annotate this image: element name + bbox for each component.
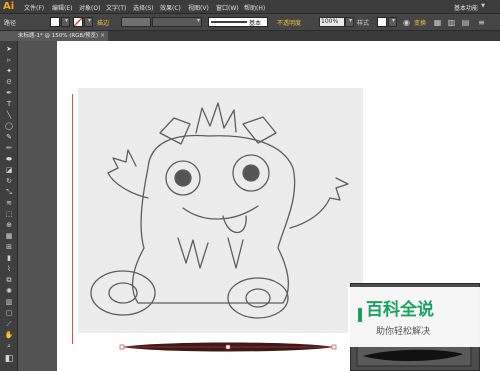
- transform-label[interactable]: 变换: [414, 18, 426, 27]
- mesh-tool-icon[interactable]: ⊞: [3, 242, 15, 252]
- style-dropdown[interactable]: [388, 17, 397, 27]
- paintbrush-tool-icon[interactable]: ✎: [3, 132, 15, 142]
- stroke-dropdown[interactable]: [84, 17, 93, 27]
- style-label: 样式: [357, 20, 370, 27]
- ellipse-tool-icon[interactable]: ◯: [3, 121, 15, 131]
- close-icon[interactable]: ×: [100, 31, 105, 41]
- brush-stroke-path[interactable]: [118, 339, 338, 355]
- menu-type[interactable]: 文字(T): [106, 3, 126, 12]
- document-tab-strip: 未标题-1* @ 150% (RGB/预览) ×: [0, 31, 500, 41]
- app-logo: Ai: [3, 1, 15, 12]
- blend-tool-icon[interactable]: ⧉: [3, 275, 15, 285]
- artboard-tool-icon[interactable]: ▢: [3, 308, 15, 318]
- stroke-none-icon: [73, 17, 83, 27]
- stroke-weight-field[interactable]: [121, 17, 151, 27]
- symbol-sprayer-tool-icon[interactable]: ✺: [3, 286, 15, 296]
- distribute-icon[interactable]: ▤: [460, 17, 471, 28]
- magic-wand-tool-icon[interactable]: ✦: [3, 66, 15, 76]
- control-bar: 路径 描边 基本 不透明度 100% 样式 ◉ 变换 ▦ ▥ ▤ ≡: [0, 14, 500, 31]
- direct-selection-tool-icon[interactable]: ▹: [3, 55, 15, 65]
- menu-view[interactable]: 视图(V): [188, 3, 209, 12]
- menu-select[interactable]: 选择(S): [133, 3, 154, 12]
- fill-swatch[interactable]: [50, 17, 60, 27]
- shape-builder-tool-icon[interactable]: ⊕: [3, 220, 15, 230]
- lasso-tool-icon[interactable]: ᘓ: [3, 77, 15, 87]
- type-tool-icon[interactable]: T: [3, 99, 15, 109]
- line-tool-icon[interactable]: ╲: [3, 110, 15, 120]
- scale-tool-icon[interactable]: ⤡: [3, 187, 15, 197]
- workspace-switcher[interactable]: 基本功能: [454, 3, 478, 12]
- opacity-value: 100%: [321, 18, 339, 25]
- document-tab-label: 未标题-1* @ 150% (RGB/预览): [18, 33, 99, 39]
- watermark-bar-icon: [358, 308, 362, 322]
- hand-tool-icon[interactable]: ✋: [3, 330, 15, 340]
- gradient-tool-icon[interactable]: ▮: [3, 253, 15, 263]
- eraser-tool-icon[interactable]: ◪: [3, 165, 15, 175]
- eyedropper-tool-icon[interactable]: ⌇: [3, 264, 15, 274]
- fill-dropdown[interactable]: [61, 17, 70, 27]
- width-tool-icon[interactable]: ≋: [3, 198, 15, 208]
- monster-sketch-icon: [78, 88, 363, 333]
- align-icon[interactable]: ▦: [432, 17, 443, 28]
- menu-object[interactable]: 对象(O): [79, 3, 100, 12]
- watermark-subtitle: 助你轻松解决: [376, 327, 431, 337]
- pen-tool-icon[interactable]: ✒: [3, 88, 15, 98]
- perspective-grid-tool-icon[interactable]: ▦: [3, 231, 15, 241]
- stroke-swatch[interactable]: [73, 17, 83, 27]
- fill-stroke-swatch-icon[interactable]: ◧: [3, 354, 15, 364]
- menu-edit[interactable]: 编辑(E): [52, 3, 72, 12]
- opacity-dropdown[interactable]: [345, 17, 354, 27]
- menu-file[interactable]: 文件(F): [24, 3, 44, 12]
- rotate-tool-icon[interactable]: ↻: [3, 176, 15, 186]
- selection-type-label: 路径: [4, 20, 17, 27]
- opacity-label[interactable]: 不透明度: [277, 18, 301, 27]
- zoom-tool-icon[interactable]: ⌕: [3, 341, 15, 351]
- menu-bar: Ai 文件(F) 编辑(E) 对象(O) 文字(T) 选择(S) 效果(C) 视…: [0, 0, 500, 14]
- document-tab[interactable]: 未标题-1* @ 150% (RGB/预览) ×: [0, 31, 108, 41]
- placed-sketch-image[interactable]: [78, 88, 363, 333]
- chevron-down-icon[interactable]: ▼: [481, 3, 485, 9]
- stroke-label[interactable]: 描边: [97, 18, 109, 27]
- variable-width-dropdown[interactable]: [152, 17, 202, 27]
- menu-help[interactable]: 帮助(H): [244, 3, 265, 12]
- slice-tool-icon[interactable]: ⟋: [3, 319, 15, 329]
- brush-preview-icon: [211, 21, 247, 23]
- recolor-icon[interactable]: ◉: [401, 17, 412, 28]
- pencil-tool-icon[interactable]: ✏: [3, 143, 15, 153]
- selection-tool-icon[interactable]: ➤: [3, 44, 15, 54]
- brush-name: 基本: [249, 20, 262, 27]
- watermark-title: 百科全说: [366, 300, 434, 320]
- column-graph-tool-icon[interactable]: ▥: [3, 297, 15, 307]
- tools-panel: ➤ ▹ ✦ ᘓ ✒ T ╲ ◯ ✎ ✏ ⬬ ◪ ↻ ⤡ ≋ ⬚ ⊕ ▦ ⊞ ▮ …: [0, 41, 18, 371]
- menu-effect[interactable]: 效果(C): [160, 3, 181, 12]
- style-swatch[interactable]: [377, 17, 387, 27]
- blob-brush-tool-icon[interactable]: ⬬: [3, 154, 15, 164]
- artboard-guide-line: [72, 94, 73, 344]
- panel-menu-icon[interactable]: ≡: [476, 17, 487, 28]
- free-transform-tool-icon[interactable]: ⬚: [3, 209, 15, 219]
- align-center-icon[interactable]: ▥: [446, 17, 457, 28]
- menu-window[interactable]: 窗口(W): [216, 3, 239, 12]
- watermark-overlay: 百科全说 助你轻松解决: [348, 287, 480, 347]
